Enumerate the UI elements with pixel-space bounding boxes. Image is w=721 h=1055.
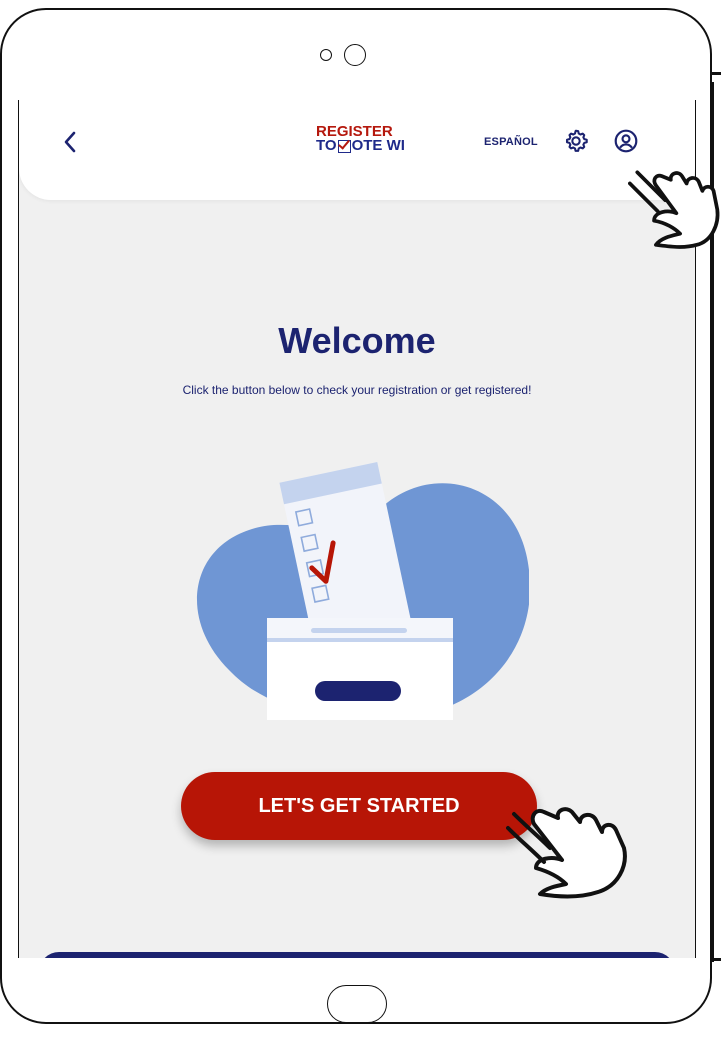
tablet-side-button-bottom: [712, 958, 721, 961]
back-chevron-icon[interactable]: [59, 130, 83, 154]
ballot-box-illustration: [197, 461, 529, 720]
page-subtitle: Click the button below to check your reg…: [182, 383, 532, 397]
user-profile-icon[interactable]: [613, 128, 639, 154]
gear-icon[interactable]: [563, 128, 589, 154]
camera-sensor: [320, 49, 332, 61]
page-title: Welcome: [278, 320, 436, 361]
tap-hand-icon: [506, 807, 627, 899]
app-header: REGISTER TO OTE WI ESPAÑOL: [19, 100, 695, 200]
language-toggle[interactable]: ESPAÑOL: [484, 136, 538, 148]
camera-lens: [344, 44, 366, 66]
register-to-vote-logo: REGISTER TO OTE WI: [316, 124, 405, 154]
bottom-panel: [39, 952, 675, 958]
logo-word-to: TO: [316, 137, 337, 154]
checkbox-v-icon: [337, 139, 351, 153]
home-button[interactable]: [327, 985, 387, 1023]
tap-hand-icon: [628, 170, 720, 249]
logo-word-vote-wi: OTE WI: [351, 137, 405, 154]
tablet-side-button-top: [712, 72, 721, 75]
logo-line2: TO OTE WI: [316, 137, 405, 154]
get-started-button[interactable]: LET'S GET STARTED: [181, 772, 537, 840]
